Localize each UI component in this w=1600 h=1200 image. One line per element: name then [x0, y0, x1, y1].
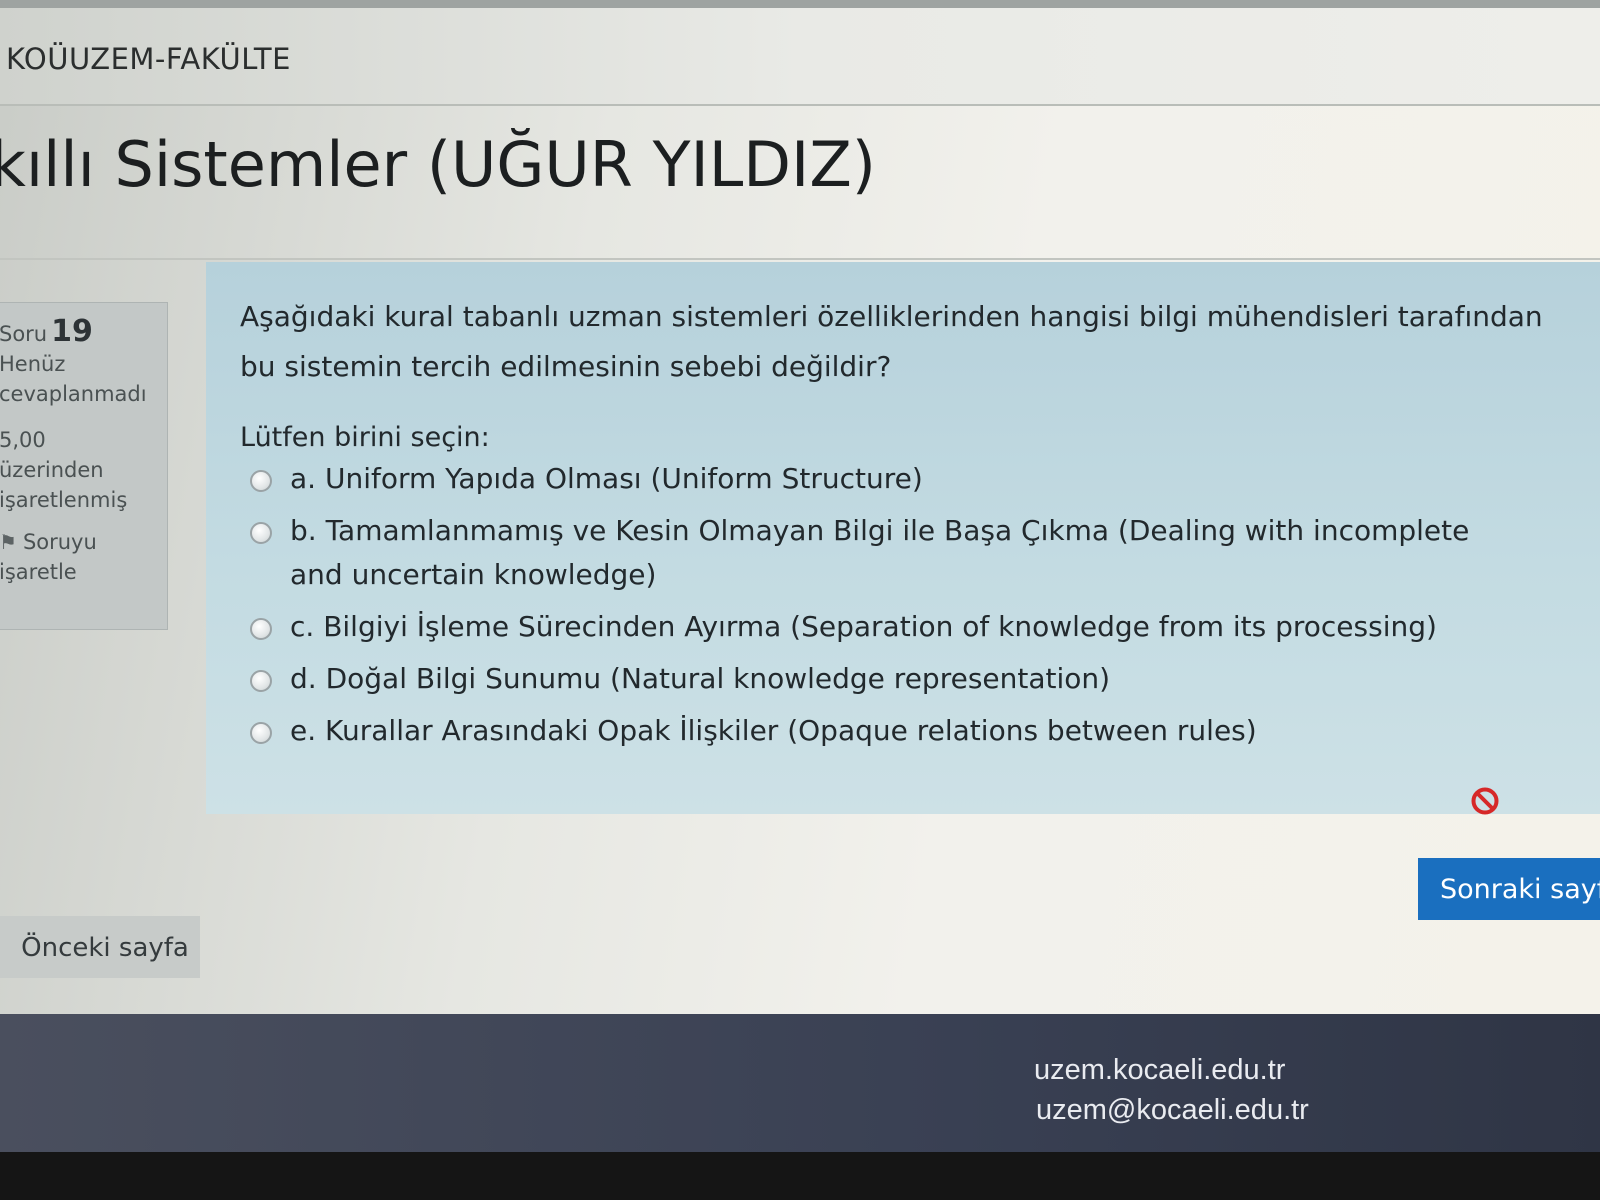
score-line-2: üzerinden — [0, 458, 104, 482]
answer-label[interactable]: c. Bilgiyi İşleme Sürecinden Ayırma (Sep… — [290, 605, 1437, 649]
quiz-page: KOÜUZEM-FAKÜLTE kıllı Sistemler (UĞUR YI… — [0, 0, 1600, 1200]
score-line-1: 5,00 — [0, 428, 46, 452]
status-line-1: Henüz — [0, 352, 66, 376]
flag-question-link[interactable]: ⚑ Soruyu işaretle — [0, 527, 167, 587]
previous-page-button[interactable]: Önceki sayfa — [0, 916, 200, 978]
answer-prompt: Lütfen birini seçin: — [240, 422, 490, 453]
answer-option-b[interactable]: b. Tamamlanmamış ve Kesin Olmayan Bilgi … — [250, 509, 1560, 597]
question-content: Aşağıdaki kural tabanlı uzman sistemleri… — [206, 262, 1600, 814]
answer-label[interactable]: a. Uniform Yapıda Olması (Uniform Struct… — [290, 457, 923, 501]
no-entry-icon[interactable] — [1470, 786, 1500, 816]
header-divider — [0, 258, 1600, 260]
score-line-3: işaretlenmiş — [0, 488, 128, 512]
next-page-button[interactable]: Sonraki sayf — [1418, 858, 1600, 920]
flag-label-2: işaretle — [0, 560, 77, 584]
status-line-2: cevaplanmadı — [0, 382, 147, 406]
flag-icon: ⚑ — [0, 530, 17, 554]
course-title: kıllı Sistemler (UĞUR YILDIZ) — [0, 128, 876, 201]
radio-button[interactable] — [250, 670, 272, 692]
question-number-value: 19 — [51, 314, 93, 349]
screen-bezel — [0, 1152, 1600, 1200]
radio-button[interactable] — [250, 522, 272, 544]
answer-option-d[interactable]: d. Doğal Bilgi Sunumu (Natural knowledge… — [250, 657, 1560, 701]
answer-option-c[interactable]: c. Bilgiyi İşleme Sürecinden Ayırma (Sep… — [250, 605, 1560, 649]
answer-option-e[interactable]: e. Kurallar Arasındaki Opak İlişkiler (O… — [250, 709, 1560, 753]
answer-label[interactable]: e. Kurallar Arasındaki Opak İlişkiler (O… — [290, 709, 1257, 753]
browser-strip — [0, 0, 1600, 8]
radio-button[interactable] — [250, 618, 272, 640]
question-text: Aşağıdaki kural tabanlı uzman sistemleri… — [240, 300, 1543, 383]
answer-label[interactable]: d. Doğal Bilgi Sunumu (Natural knowledge… — [290, 657, 1110, 701]
site-name-link[interactable]: KOÜUZEM-FAKÜLTE — [6, 42, 291, 76]
radio-button[interactable] — [250, 722, 272, 744]
answer-label[interactable]: b. Tamamlanmamış ve Kesin Olmayan Bilgi … — [290, 509, 1530, 597]
question-number-label: Soru — [0, 322, 48, 346]
top-navbar: KOÜUZEM-FAKÜLTE — [0, 0, 1600, 106]
footer-website-link[interactable]: uzem.kocaeli.edu.tr — [1034, 1054, 1285, 1087]
question-info-panel: Soru 19 Henüz cevaplanmadı 5,00 üzerinden… — [0, 302, 168, 630]
answer-list: a. Uniform Yapıda Olması (Uniform Struct… — [240, 457, 1560, 753]
footer-email-link[interactable]: uzem@kocaeli.edu.tr — [1036, 1094, 1309, 1127]
answer-option-a[interactable]: a. Uniform Yapıda Olması (Uniform Struct… — [250, 457, 1560, 501]
question-number: Soru 19 — [0, 317, 167, 349]
flag-label-1: Soruyu — [22, 530, 97, 554]
radio-button[interactable] — [250, 470, 272, 492]
